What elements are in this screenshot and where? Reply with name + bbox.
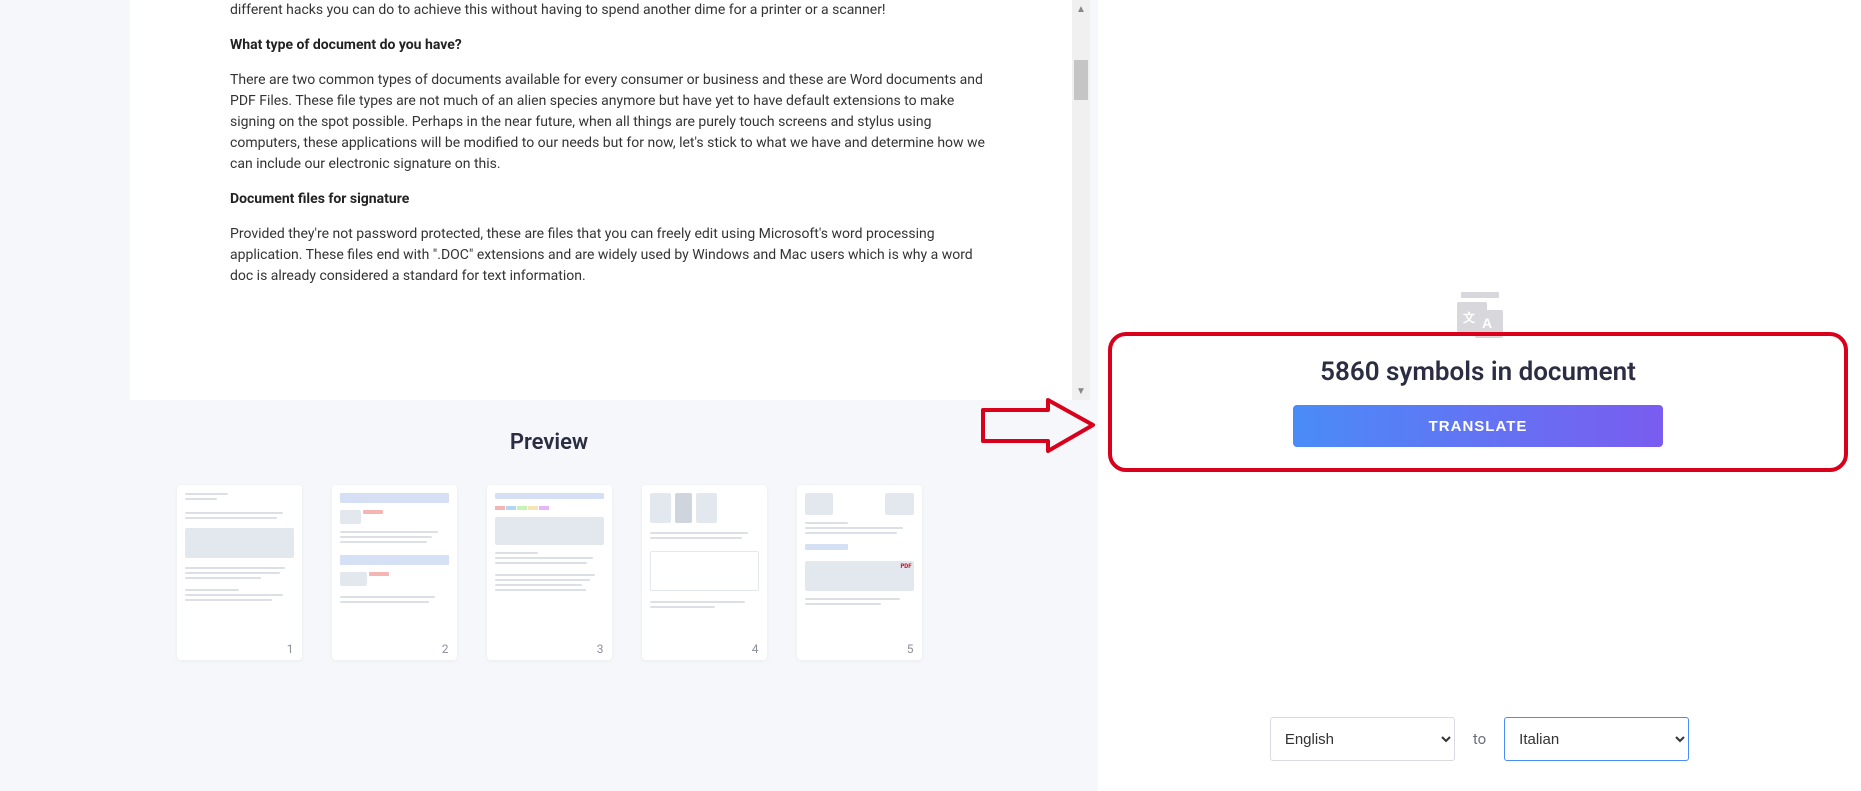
svg-text:A: A xyxy=(1482,315,1492,331)
doc-scrollbar[interactable]: ▲ ▼ xyxy=(1072,0,1090,400)
translate-button[interactable]: TRANSLATE xyxy=(1293,405,1663,447)
source-language-select[interactable]: English xyxy=(1270,717,1455,761)
scrollbar-thumb[interactable] xyxy=(1074,60,1088,100)
left-pane: different hacks you can do to achieve th… xyxy=(0,0,1098,791)
page-number-2: 2 xyxy=(442,642,449,656)
preview-thumb-4[interactable]: 4 xyxy=(642,485,767,660)
doc-intro-tail: different hacks you can do to achieve th… xyxy=(230,0,990,21)
preview-thumb-2[interactable]: 2 xyxy=(332,485,457,660)
document-view: different hacks you can do to achieve th… xyxy=(130,0,1090,400)
to-label: to xyxy=(1473,730,1486,748)
doc-heading-1: What type of document do you have? xyxy=(230,35,990,56)
symbols-count-text: 5860 symbols in document xyxy=(1320,357,1636,387)
page-number-1: 1 xyxy=(287,642,294,656)
preview-thumb-3[interactable]: 3 xyxy=(487,485,612,660)
page-number-3: 3 xyxy=(597,642,604,656)
preview-title: Preview xyxy=(0,430,1098,455)
translate-callout: 5860 symbols in document TRANSLATE xyxy=(1108,332,1848,472)
doc-para-2: Provided they're not password protected,… xyxy=(230,224,990,287)
right-pane: A 文 5860 symbols in document TRANSLATE E… xyxy=(1098,0,1861,791)
preview-thumb-5[interactable]: PDF 5 xyxy=(797,485,922,660)
scroll-up-icon[interactable]: ▲ xyxy=(1072,0,1090,18)
preview-thumb-1[interactable]: 1 xyxy=(177,485,302,660)
callout-arrow-icon xyxy=(978,398,1098,453)
language-row: English to Italian xyxy=(1098,717,1861,761)
page-number-5: 5 xyxy=(907,642,914,656)
preview-section: Preview 1 xyxy=(0,400,1098,791)
doc-para-1: There are two common types of documents … xyxy=(230,70,990,175)
svg-text:文: 文 xyxy=(1463,310,1476,325)
document-content: different hacks you can do to achieve th… xyxy=(130,0,1090,341)
preview-thumbnails: 1 xyxy=(0,485,1098,660)
target-language-select[interactable]: Italian xyxy=(1504,717,1689,761)
page-number-4: 4 xyxy=(752,642,759,656)
doc-heading-2: Document files for signature xyxy=(230,189,990,210)
